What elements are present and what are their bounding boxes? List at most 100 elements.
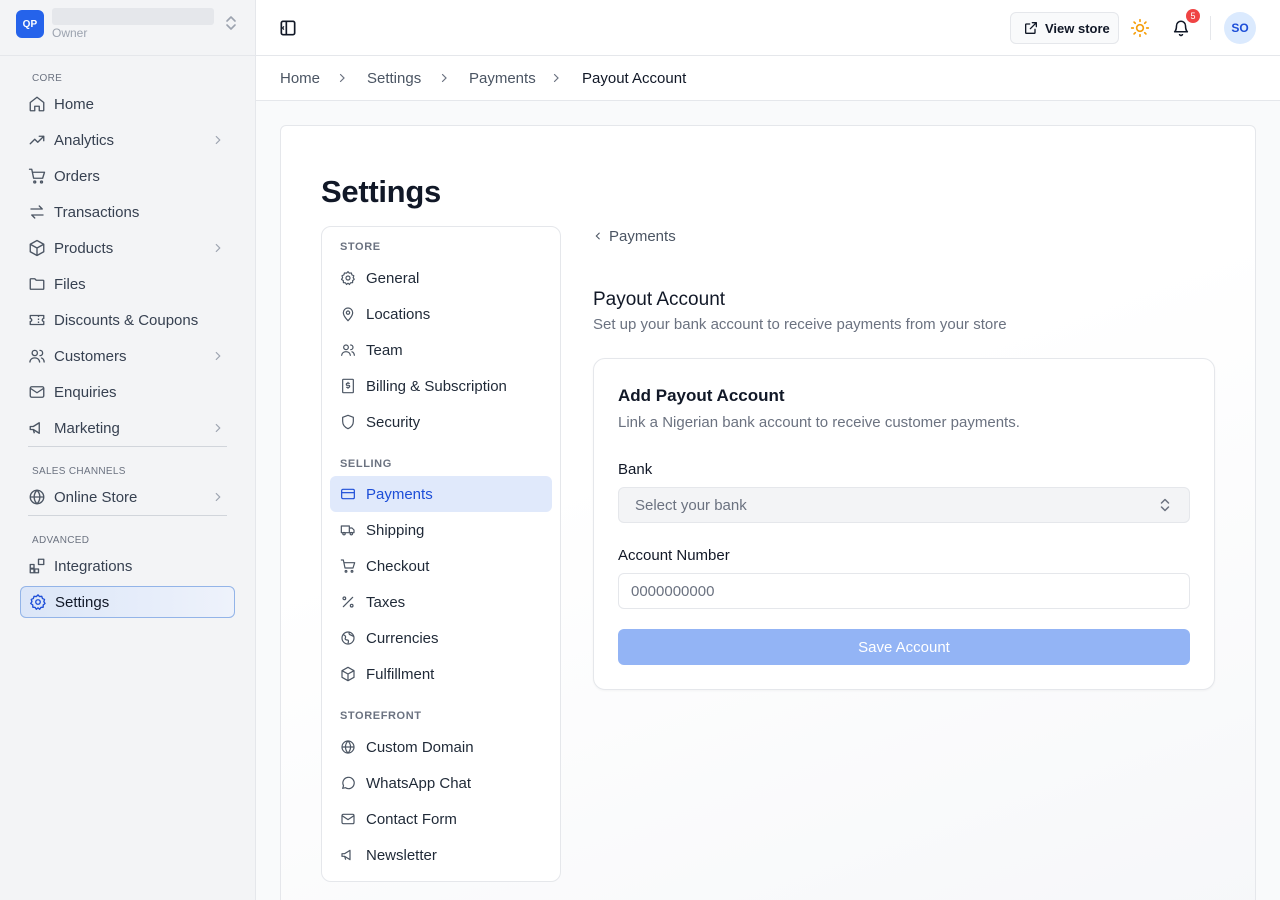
chevron-right-icon bbox=[211, 241, 225, 255]
form-title: Add Payout Account bbox=[618, 386, 785, 405]
sidebar-item-label: Discounts & Coupons bbox=[54, 311, 199, 329]
nav-section-advanced: ADVANCED bbox=[32, 535, 90, 546]
store-switcher[interactable]: QP Owner bbox=[0, 0, 255, 56]
external-link-icon bbox=[1023, 20, 1045, 36]
breadcrumb-settings[interactable]: Settings bbox=[367, 70, 421, 87]
sidebar-item-marketing[interactable]: Marketing bbox=[20, 412, 235, 444]
notification-badge: 5 bbox=[1186, 9, 1200, 23]
sidebar-item-label: Analytics bbox=[54, 131, 115, 149]
store-role: Owner bbox=[52, 26, 88, 40]
settings-item-custom-domain[interactable]: Custom Domain bbox=[330, 729, 552, 765]
chevron-right-icon bbox=[438, 72, 450, 84]
back-to-payments-link[interactable]: Payments bbox=[593, 227, 676, 245]
store-logo: QP bbox=[16, 10, 44, 38]
sidebar-item-online-store[interactable]: Online Store bbox=[20, 481, 235, 513]
settings-item-label: Taxes bbox=[366, 593, 406, 611]
breadcrumb: Home Settings Payments Payout Account bbox=[256, 56, 1280, 101]
shield-icon bbox=[340, 414, 356, 430]
panel-left-icon[interactable] bbox=[278, 18, 298, 38]
top-divider bbox=[1210, 16, 1211, 40]
ticket-icon bbox=[28, 311, 46, 329]
bank-select[interactable]: Select your bank bbox=[618, 487, 1190, 523]
save-account-button[interactable]: Save Account bbox=[618, 629, 1190, 665]
settings-item-security[interactable]: Security bbox=[330, 404, 552, 440]
settings-item-billing[interactable]: Billing & Subscription bbox=[330, 368, 552, 404]
account-number-input[interactable] bbox=[618, 573, 1190, 609]
settings-item-label: General bbox=[366, 269, 420, 287]
settings-section-selling: SELLING bbox=[340, 458, 392, 470]
globe-icon bbox=[28, 488, 46, 506]
settings-item-label: Newsletter bbox=[366, 846, 437, 864]
chevron-right-icon bbox=[211, 421, 225, 435]
breadcrumb-payments[interactable]: Payments bbox=[469, 70, 536, 87]
page-title: Settings bbox=[321, 174, 441, 209]
gear-icon bbox=[340, 270, 356, 286]
sidebar-item-analytics[interactable]: Analytics bbox=[20, 124, 235, 156]
mail-icon bbox=[340, 811, 356, 827]
sun-icon[interactable] bbox=[1130, 18, 1150, 38]
settings-item-checkout[interactable]: Checkout bbox=[330, 548, 552, 584]
blocks-icon bbox=[28, 557, 46, 575]
settings-item-taxes[interactable]: Taxes bbox=[330, 584, 552, 620]
sidebar-item-customers[interactable]: Customers bbox=[20, 340, 235, 372]
settings-item-label: Locations bbox=[366, 305, 431, 323]
view-store-button[interactable]: View store bbox=[1010, 12, 1119, 44]
mail-icon bbox=[28, 383, 46, 401]
top-bar: View store 5 SO bbox=[256, 0, 1280, 56]
settings-item-label: Fulfillment bbox=[366, 665, 435, 683]
chevron-right-icon bbox=[336, 72, 348, 84]
settings-item-team[interactable]: Team bbox=[330, 332, 552, 368]
sidebar-item-label: Files bbox=[54, 275, 86, 293]
sidebar-item-products[interactable]: Products bbox=[20, 232, 235, 264]
sidebar-item-discounts[interactable]: Discounts & Coupons bbox=[20, 304, 235, 336]
avatar[interactable]: SO bbox=[1224, 12, 1256, 44]
cart-icon bbox=[340, 558, 356, 574]
sidebar-item-transactions[interactable]: Transactions bbox=[20, 196, 235, 228]
chevrons-up-down-icon bbox=[1159, 497, 1171, 513]
truck-icon bbox=[340, 522, 356, 538]
breadcrumb-home[interactable]: Home bbox=[280, 70, 320, 87]
settings-item-label: Payments bbox=[366, 485, 433, 503]
sidebar-item-enquiries[interactable]: Enquiries bbox=[20, 376, 235, 408]
sidebar: QP Owner CORE Home Analytics Orders Tran… bbox=[0, 0, 256, 900]
settings-item-newsletter[interactable]: Newsletter bbox=[330, 837, 552, 873]
settings-item-currencies[interactable]: Currencies bbox=[330, 620, 552, 656]
section-title: Payout Account bbox=[593, 289, 726, 310]
package-icon bbox=[28, 239, 46, 257]
sidebar-item-orders[interactable]: Orders bbox=[20, 160, 235, 192]
breadcrumb-current: Payout Account bbox=[582, 70, 687, 87]
sidebar-item-label: Integrations bbox=[54, 557, 133, 575]
users-icon bbox=[340, 342, 356, 358]
megaphone-icon bbox=[28, 419, 46, 437]
cart-icon bbox=[28, 167, 46, 185]
sidebar-item-label: Transactions bbox=[54, 203, 140, 221]
sidebar-item-settings[interactable]: Settings bbox=[20, 586, 235, 618]
sidebar-item-label: Customers bbox=[54, 347, 127, 365]
settings-item-label: Currencies bbox=[366, 629, 439, 647]
settings-item-label: Security bbox=[366, 413, 421, 431]
sidebar-item-files[interactable]: Files bbox=[20, 268, 235, 300]
chevron-right-icon bbox=[211, 349, 225, 363]
settings-item-payments[interactable]: Payments bbox=[330, 476, 552, 512]
settings-item-fulfillment[interactable]: Fulfillment bbox=[330, 656, 552, 692]
chevron-right-icon bbox=[211, 490, 225, 504]
sidebar-item-label: Orders bbox=[54, 167, 100, 185]
settings-item-locations[interactable]: Locations bbox=[330, 296, 552, 332]
users-icon bbox=[28, 347, 46, 365]
settings-item-general[interactable]: General bbox=[330, 260, 552, 296]
megaphone-icon bbox=[340, 847, 356, 863]
settings-item-label: Shipping bbox=[366, 521, 425, 539]
sidebar-item-integrations[interactable]: Integrations bbox=[20, 550, 235, 582]
sidebar-item-label: Enquiries bbox=[54, 383, 117, 401]
settings-item-label: Custom Domain bbox=[366, 738, 474, 756]
settings-item-label: Billing & Subscription bbox=[366, 377, 507, 395]
settings-item-contact-form[interactable]: Contact Form bbox=[330, 801, 552, 837]
sidebar-item-home[interactable]: Home bbox=[20, 88, 235, 120]
form-description: Link a Nigerian bank account to receive … bbox=[618, 414, 1020, 431]
settings-item-shipping[interactable]: Shipping bbox=[330, 512, 552, 548]
settings-item-whatsapp-chat[interactable]: WhatsApp Chat bbox=[330, 765, 552, 801]
nav-section-sales-channels: SALES CHANNELS bbox=[32, 466, 126, 477]
nav-divider bbox=[28, 515, 227, 516]
globe-icon bbox=[340, 630, 356, 646]
settings-item-label: WhatsApp Chat bbox=[366, 774, 472, 792]
